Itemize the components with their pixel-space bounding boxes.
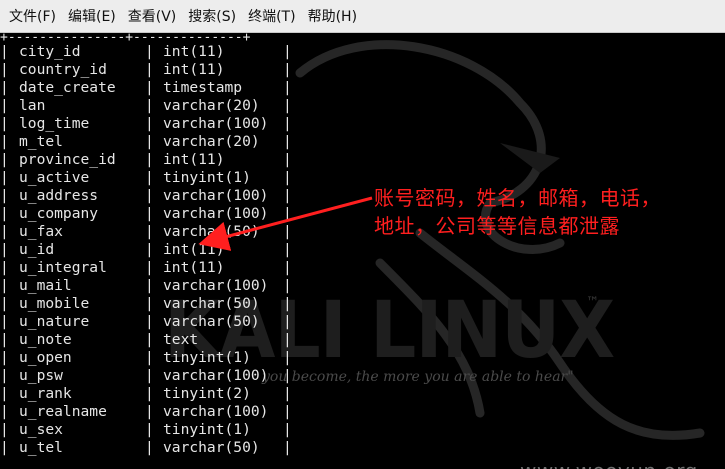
menu-edit[interactable]: 编辑(E) <box>63 6 121 26</box>
menu-view[interactable]: 查看(V) <box>123 6 182 26</box>
wooyun-watermark: www.wooyun.org <box>520 459 698 469</box>
menu-help[interactable]: 帮助(H) <box>303 6 362 26</box>
annotation-line-1: 账号密码，姓名，邮箱，电话， <box>374 186 661 210</box>
menu-bar: 文件(F) 编辑(E) 查看(V) 搜索(S) 终端(T) 帮助(H) <box>0 0 725 33</box>
leak-annotation: 账号密码，姓名，邮箱，电话， 地址，公司等等信息都泄露 <box>374 184 714 240</box>
annotation-line-2: 地址，公司等等信息都泄露 <box>374 214 620 238</box>
menu-terminal[interactable]: 终端(T) <box>243 6 300 26</box>
red-arrow-icon <box>198 196 373 251</box>
terminal-area[interactable]: KALI LINUX ™ you become, the more you ar… <box>0 33 725 469</box>
menu-file[interactable]: 文件(F) <box>4 6 61 26</box>
menu-search[interactable]: 搜索(S) <box>183 6 241 26</box>
